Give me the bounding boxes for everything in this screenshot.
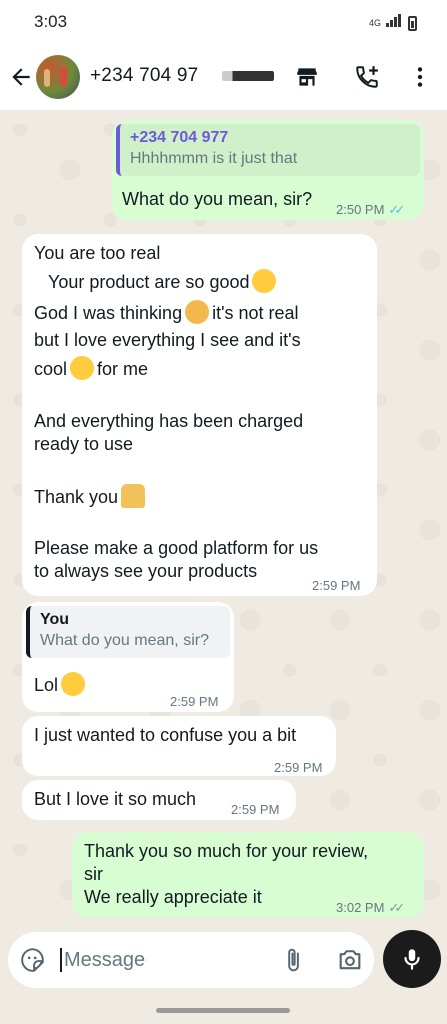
message-time: 3:02 PM ✓✓ <box>336 896 405 919</box>
message-line: Thank you so much for your review, <box>84 841 369 861</box>
message-line: it's not real <box>212 303 299 323</box>
message-time: 2:59 PM <box>274 760 323 775</box>
more-vert-icon[interactable] <box>407 64 433 90</box>
message-line-row: Thank you <box>34 484 365 509</box>
shop-icon[interactable] <box>294 64 320 90</box>
message-text: What do you mean, sir? <box>122 189 313 209</box>
smiling-face-emoji-icon <box>252 269 277 293</box>
message-line-row: cool for me <box>34 356 365 381</box>
quoted-message[interactable]: +234 704 977 Hhhhmmm is it just that <box>116 124 420 176</box>
message-line: for me <box>97 359 149 379</box>
read-ticks-icon: ✓✓ <box>388 202 405 217</box>
message-line: You are too real <box>34 243 161 263</box>
message-line-row: God I was thinking it's not real <box>34 300 365 325</box>
message-bubble-incoming[interactable]: You are too real Your product are so goo… <box>22 234 377 596</box>
sticker-icon[interactable] <box>20 947 46 973</box>
sunglasses-emoji-icon <box>70 356 95 380</box>
signal-icon <box>385 14 401 32</box>
message-line: sir <box>84 864 103 884</box>
message-time: 2:59 PM <box>231 802 280 817</box>
thinking-face-emoji-icon <box>185 300 210 324</box>
folded-hands-emoji-icon <box>121 484 146 508</box>
message-time: 2:59 PM <box>170 694 219 709</box>
chat-header: +234 704 97 <box>0 44 447 110</box>
message-line: And everything has been charged <box>34 411 304 431</box>
back-arrow-icon[interactable] <box>8 64 34 90</box>
message-line: Please make a good platform for us <box>34 538 319 558</box>
quote-text: Hhhhmmm is it just that <box>130 150 298 167</box>
network-type: 4G <box>368 18 381 28</box>
message-input[interactable] <box>64 942 264 978</box>
message-composer <box>8 932 374 988</box>
quote-author: You <box>40 611 70 628</box>
tears-of-joy-emoji-icon <box>61 672 86 696</box>
text-cursor <box>60 948 62 972</box>
message-line: ready to use <box>34 434 134 454</box>
message-line: God I was thinking <box>34 303 183 323</box>
attach-icon[interactable] <box>280 946 306 974</box>
message-time: 2:50 PM ✓✓ <box>336 198 405 221</box>
message-bubble-outgoing[interactable]: Thank you so much for your review, sir W… <box>72 832 424 918</box>
status-time: 3:03 <box>34 12 68 31</box>
battery-icon <box>408 15 417 31</box>
chat-area[interactable]: +234 704 977 Hhhhmmm is it just that Wha… <box>0 110 447 930</box>
message-line-row: Your product are so good <box>34 269 365 294</box>
message-line: Your product are so good <box>48 272 250 292</box>
message-bubble-incoming[interactable]: I just wanted to confuse you a bit 2:59 … <box>22 716 336 776</box>
add-call-icon[interactable] <box>354 64 380 90</box>
status-icons: 4G <box>369 14 417 32</box>
contact-name[interactable]: +234 704 97 <box>90 65 198 87</box>
voice-message-button[interactable] <box>383 930 441 988</box>
message-text: I just wanted to confuse you a bit <box>34 725 297 745</box>
delivered-ticks-icon: ✓✓ <box>388 900 405 915</box>
gesture-navigation-bar[interactable] <box>156 1008 290 1013</box>
message-bubble-outgoing[interactable]: +234 704 977 Hhhhmmm is it just that Wha… <box>112 120 424 220</box>
quote-text: What do you mean, sir? <box>40 632 209 649</box>
message-text: Lol <box>34 675 59 695</box>
redacted-text <box>222 71 274 81</box>
status-bar: 3:03 4G <box>0 0 447 44</box>
message-time: 2:59 PM <box>312 578 361 593</box>
quoted-message[interactable]: You What do you mean, sir? <box>26 606 230 658</box>
message-time-text: 2:50 PM <box>336 202 385 217</box>
message-line: but I love everything I see and it's <box>34 330 301 350</box>
message-time-text: 3:02 PM <box>336 900 385 915</box>
microphone-icon <box>404 949 420 970</box>
message-line: Thank you <box>34 487 119 507</box>
quote-author: +234 704 977 <box>130 129 229 146</box>
message-line: cool <box>34 359 68 379</box>
message-bubble-incoming[interactable]: You What do you mean, sir? Lol 2:59 PM <box>22 602 234 712</box>
message-line-row: Lol <box>34 672 88 697</box>
message-bubble-incoming[interactable]: But I love it so much 2:59 PM <box>22 780 296 820</box>
avatar[interactable] <box>36 55 80 99</box>
camera-icon[interactable] <box>336 946 364 974</box>
